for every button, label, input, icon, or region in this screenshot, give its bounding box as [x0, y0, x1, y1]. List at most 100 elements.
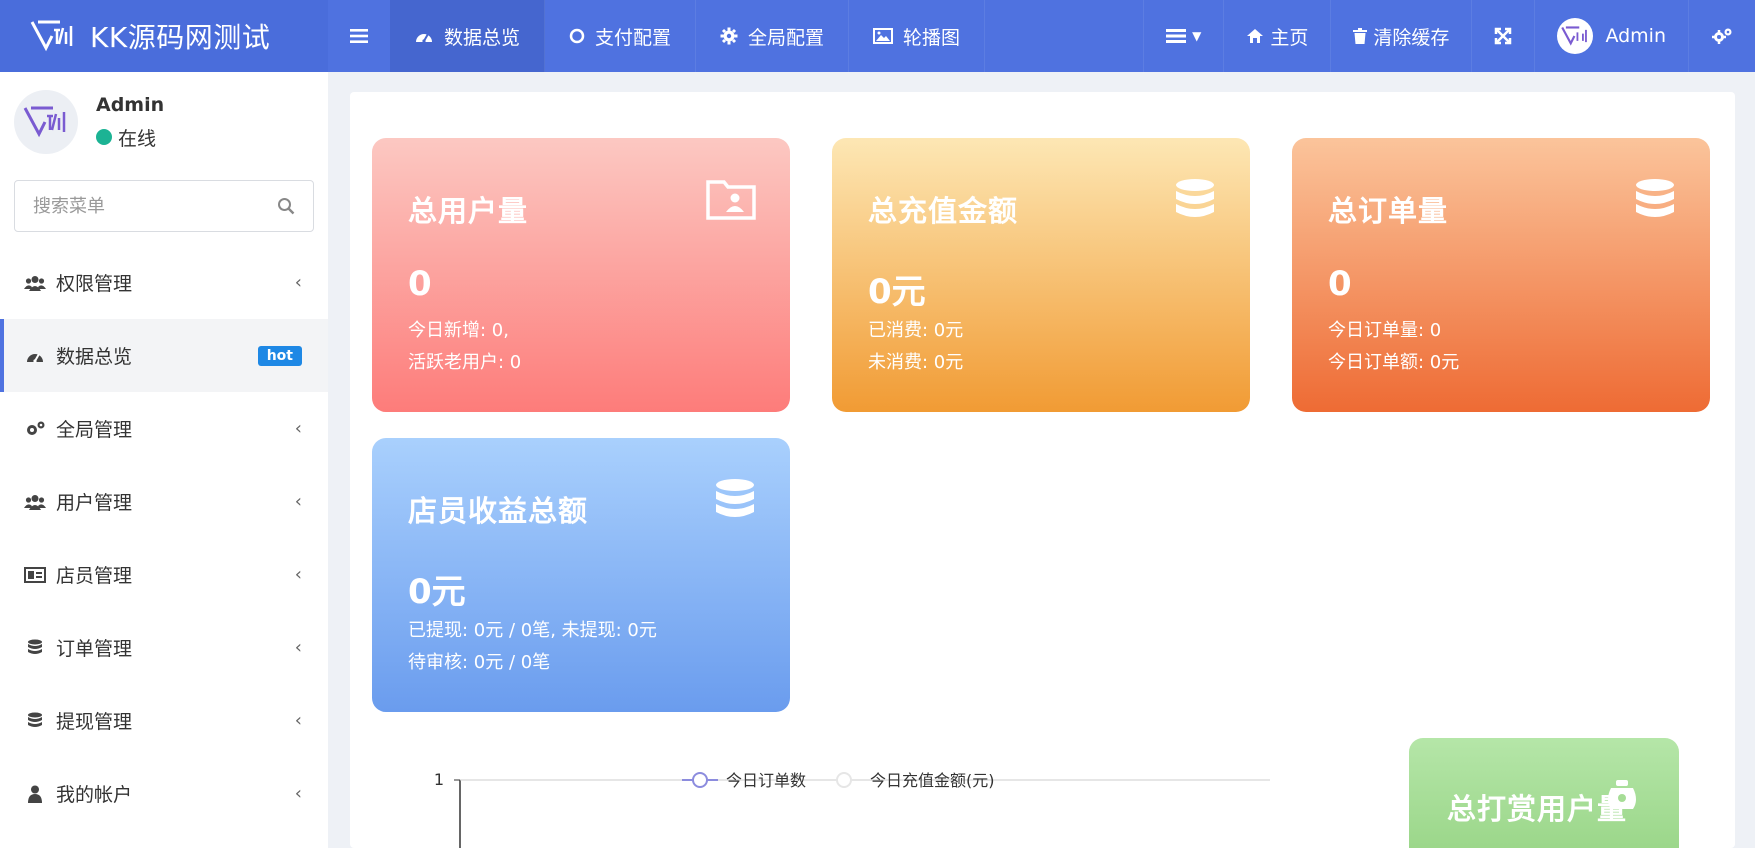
chart-legend: 今日订单数 今日充值金额(元) [682, 771, 995, 790]
card-value: 0 [1328, 264, 1352, 304]
avatar [14, 90, 78, 154]
clear-cache-label: 清除缓存 [1373, 26, 1450, 49]
user-menu-label: Admin [1605, 25, 1666, 47]
hot-badge: hot [257, 345, 302, 366]
card-total-recharge: 总充值金额 0元 已消费: 0元 未消费: 0元 [832, 138, 1250, 412]
user-status: 在线 [96, 124, 164, 151]
dashboard-icon [24, 348, 46, 364]
chevron-left-icon: ‹ [294, 418, 302, 439]
sidebar-item-permissions[interactable]: 权限管理 ‹ [0, 246, 328, 319]
chevron-left-icon: ‹ [294, 637, 302, 658]
user-status-label: 在线 [118, 127, 157, 150]
daily-chart: 1 今日订单数 今日充值金额(元) [434, 770, 1270, 848]
card-value: 0 [408, 264, 432, 304]
card-title: 总用户量 [408, 194, 529, 228]
users-icon [24, 494, 46, 510]
database-icon [1174, 178, 1216, 226]
card-detail: 今日订单额: 0元 [1328, 352, 1460, 373]
sidebar-item-account[interactable]: 我的帐户 ‹ [0, 757, 328, 830]
settings-button[interactable] [1688, 0, 1755, 72]
menu-search [14, 180, 314, 232]
user-menu[interactable]: Admin [1534, 0, 1688, 72]
sidebar-item-label: 订单管理 [56, 638, 133, 660]
sidebar-toggle-button[interactable] [328, 0, 390, 72]
brand[interactable]: KK源码网测试 [0, 0, 328, 72]
user-icon [24, 785, 46, 803]
card-title: 店员收益总额 [408, 494, 589, 528]
gears-icon [24, 420, 46, 438]
sidebar-item-label: 提现管理 [56, 711, 133, 733]
dashboard-icon [416, 33, 432, 43]
legend-label-recharge: 今日充值金额(元) [870, 771, 995, 790]
tab-carousel[interactable]: 轮播图 [849, 0, 986, 72]
chevron-left-icon: ‹ [294, 783, 302, 804]
home-icon [1247, 29, 1264, 43]
clear-cache-button[interactable]: 清除缓存 [1330, 0, 1471, 72]
sidebar-item-global[interactable]: 全局管理 ‹ [0, 392, 328, 465]
user-panel: Admin 在线 [0, 72, 328, 172]
database-icon [24, 639, 46, 657]
tab-payment-config-label: 支付配置 [595, 26, 672, 49]
sidebar-item-withdraw[interactable]: 提现管理 ‹ [0, 684, 328, 757]
brand-logo-icon [30, 16, 76, 56]
gear-icon [720, 27, 738, 45]
sidebar-item-label: 全局管理 [56, 419, 133, 441]
sidebar-item-label: 用户管理 [56, 492, 133, 514]
tab-global-config[interactable]: 全局配置 [696, 0, 850, 72]
database-icon [24, 712, 46, 730]
database-icon [1634, 178, 1676, 226]
image-icon [873, 28, 894, 44]
legend-label-orders: 今日订单数 [726, 771, 806, 790]
app-title: KK源码网测试 [90, 21, 271, 54]
online-status-icon [96, 129, 112, 145]
card-detail: 待审核: 0元 / 0笔 [408, 652, 551, 673]
menu-icon [350, 29, 368, 43]
gears-icon [1712, 28, 1732, 44]
tab-dashboard-label: 数据总览 [444, 26, 521, 49]
id-card-icon [24, 566, 46, 583]
card-title: 总打赏用户量 [1447, 792, 1628, 826]
card-title: 总充值金额 [868, 194, 1019, 228]
tab-global-config-label: 全局配置 [748, 26, 825, 49]
tab-payment-config[interactable]: 支付配置 [545, 0, 697, 72]
chevron-left-icon: ‹ [294, 564, 302, 585]
legend-marker-recharge [836, 772, 852, 788]
tab-dashboard[interactable]: 数据总览 [390, 0, 546, 72]
card-detail: 今日新增: 0, [408, 320, 509, 341]
card-detail: 今日订单量: 0 [1328, 320, 1442, 341]
card-title: 总订单量 [1328, 194, 1449, 228]
users-icon [24, 275, 46, 291]
home-link[interactable]: 主页 [1223, 0, 1330, 72]
menu-search-input[interactable] [33, 195, 273, 217]
trash-icon [1353, 28, 1368, 44]
card-total-orders: 总订单量 0 今日订单量: 0 今日订单额: 0元 [1292, 138, 1710, 412]
sidebar-item-label: 我的帐户 [56, 784, 133, 806]
sidebar-item-orders[interactable]: 订单管理 ‹ [0, 611, 328, 684]
money-bag-icon [1605, 780, 1639, 814]
sidebar-item-users[interactable]: 用户管理 ‹ [0, 465, 328, 538]
card-value: 0元 [408, 572, 466, 612]
search-icon[interactable] [277, 197, 295, 215]
top-navbar: KK源码网测试 数据总览 支付配置 全局配置 轮播图 ▼ 主页 清除缓存 Adm… [0, 0, 1755, 72]
home-label: 主页 [1270, 26, 1309, 49]
fullscreen-button[interactable] [1471, 0, 1534, 72]
sidebar-item-label: 权限管理 [56, 273, 133, 295]
tab-carousel-label: 轮播图 [903, 26, 961, 49]
database-icon [714, 478, 756, 526]
card-total-users: 总用户量 0 今日新增: 0, 活跃老用户: 0 [372, 138, 790, 412]
card-detail: 未消费: 0元 [868, 352, 964, 373]
sidebar-item-label: 数据总览 [56, 346, 133, 368]
dashboard-panel: 总用户量 0 今日新增: 0, 活跃老用户: 0 总充值金额 0元 已消费: 0… [350, 92, 1735, 848]
list-icon [1166, 29, 1187, 43]
chevron-left-icon: ‹ [294, 710, 302, 731]
card-detail: 活跃老用户: 0 [408, 352, 522, 373]
chevron-left-icon: ‹ [294, 272, 302, 293]
card-value: 0元 [868, 272, 926, 312]
sidebar-item-staff[interactable]: 店员管理 ‹ [0, 538, 328, 611]
list-dropdown-button[interactable]: ▼ [1143, 0, 1223, 72]
card-detail: 已提现: 0元 / 0笔, 未提现: 0元 [408, 620, 657, 641]
folder-user-icon [706, 178, 756, 224]
sidebar-item-dashboard[interactable]: 数据总览 hot [0, 319, 328, 392]
card-total-tip-users: 总打赏用户量 [1409, 738, 1679, 848]
legend-marker-orders [692, 772, 708, 788]
